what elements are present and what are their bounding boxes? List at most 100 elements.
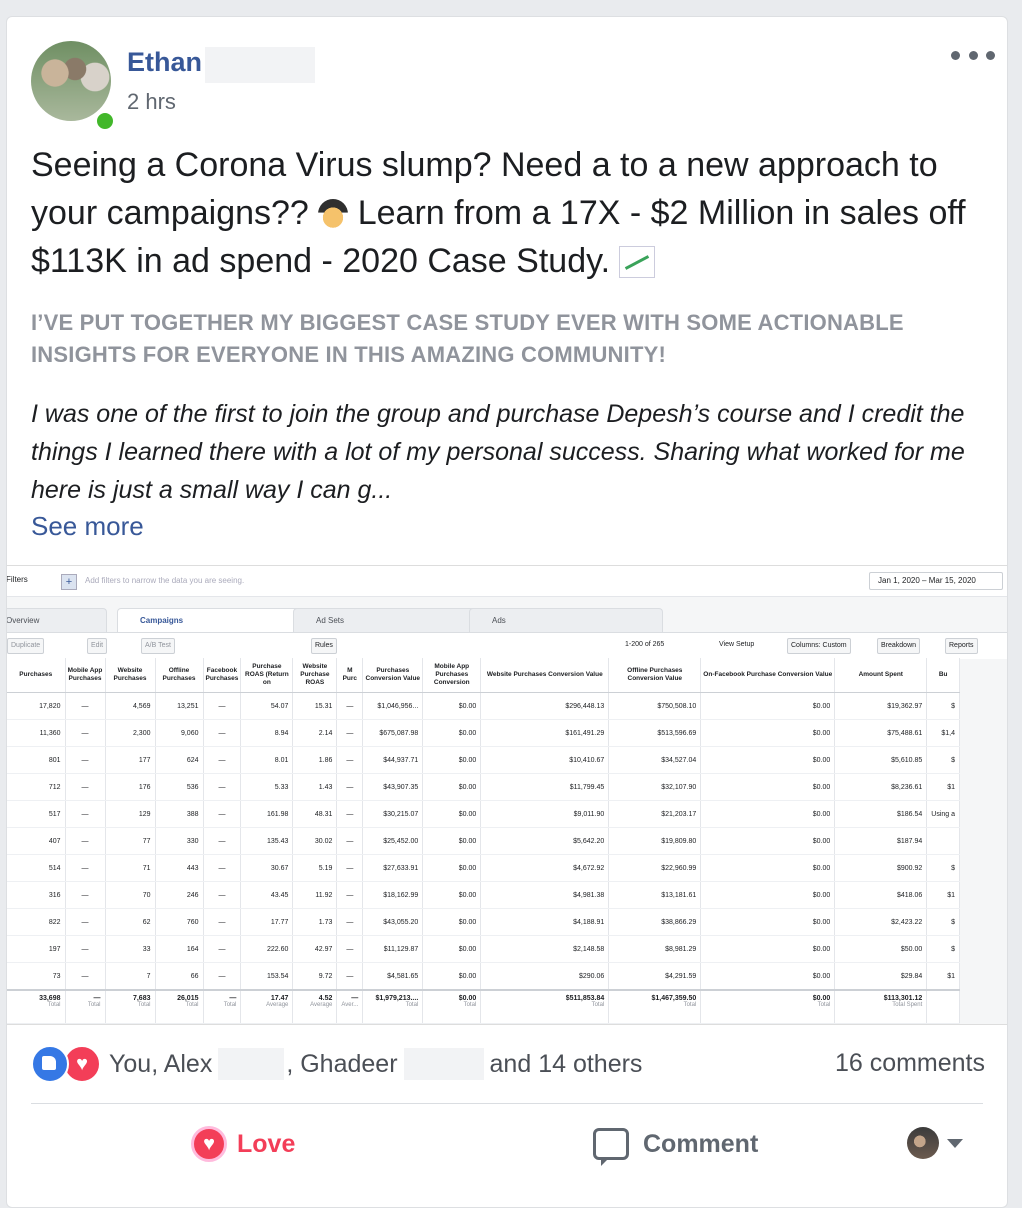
see-more-link[interactable]: See more xyxy=(31,511,144,542)
table-cell: 8.01 xyxy=(240,746,294,774)
table-cell: $900.92 xyxy=(834,854,928,882)
table-cell: $4,672.92 xyxy=(480,854,610,882)
redacted-name xyxy=(218,1048,285,1080)
total-cell: 33,698 Total xyxy=(7,989,66,1024)
table-row: 712—176 536—5.33 1.43— $43,907.35 $0.00 $11,7… xyxy=(7,773,961,801)
reports-dropdown: Reports xyxy=(945,638,978,654)
columns-dropdown: Columns: Custom xyxy=(787,638,851,654)
table-row: 517—129 388—161.98 48.31— $30,215.07 $0.00 $9… xyxy=(7,800,961,828)
table-cell: $0.00 xyxy=(422,908,482,936)
table-cell: 164 xyxy=(155,935,204,963)
table-cell: — xyxy=(336,827,364,855)
react-as-selector[interactable] xyxy=(907,1127,963,1159)
total-label: Total xyxy=(185,1002,199,1008)
table-cell: $161,491.29 xyxy=(480,719,610,747)
column-header: M Purc xyxy=(336,658,364,693)
comments-count-link[interactable]: 16 comments xyxy=(835,1049,985,1078)
table-cell: 66 xyxy=(155,962,204,991)
table-cell: $19,809.80 xyxy=(608,827,702,855)
table-cell: $75,488.61 xyxy=(834,719,928,747)
table-cell: 822 xyxy=(7,908,66,936)
caret-down-icon xyxy=(947,1138,963,1148)
table-cell: $0.00 xyxy=(700,773,836,801)
total-cell: — Total xyxy=(65,989,106,1024)
detective-emoji-icon xyxy=(318,199,349,229)
table-cell: — xyxy=(336,881,364,909)
table-cell: 42.97 xyxy=(292,935,338,963)
total-label: Total xyxy=(137,1002,151,1008)
total-cell xyxy=(926,989,961,1024)
like-reaction-icon xyxy=(31,1045,69,1083)
table-cell: $4,188.91 xyxy=(480,908,610,936)
author-name[interactable]: Ethan xyxy=(127,47,202,78)
table-cell: 222.60 xyxy=(240,935,294,963)
column-header: Facebook Purchases xyxy=(203,658,242,693)
table-cell: — xyxy=(203,773,242,801)
author-avatar[interactable] xyxy=(31,41,111,121)
table-cell: 536 xyxy=(155,773,204,801)
table-cell: 5.33 xyxy=(240,773,294,801)
tab-ad-sets: Ad Sets xyxy=(293,608,477,633)
column-header: Mobile App Purchases Conversion xyxy=(422,658,482,693)
column-header: Purchases xyxy=(7,658,66,693)
table-cell: $0.00 xyxy=(700,746,836,774)
total-label: Total xyxy=(223,1002,237,1008)
table-cell: $1,046,956... xyxy=(362,692,424,720)
table-row: 73—7 66—153.54 9.72— $4,581.65 $0.00 $290.06 $… xyxy=(7,962,961,991)
column-header: Offline Purchases Conversion Value xyxy=(608,658,702,693)
column-header: Mobile App Purchases xyxy=(65,658,106,693)
table-row: 11,360—2,300 9,060—8.94 2.14— $675,087.98 $0… xyxy=(7,719,961,747)
table-cell: 517 xyxy=(7,800,66,828)
table-cell: $0.00 xyxy=(422,827,482,855)
post-headline: Seeing a Corona Virus slump? Need a to a… xyxy=(31,141,971,285)
table-row: 801—177 624—8.01 1.86— $44,937.71 $0.00 $10,4… xyxy=(7,746,961,774)
love-icon: ♥ xyxy=(191,1126,227,1162)
table-cell: $9,011.90 xyxy=(480,800,610,828)
love-button[interactable]: ♥ Love xyxy=(191,1121,295,1167)
table-cell: $18,162.99 xyxy=(362,881,424,909)
post-time[interactable]: 2 hrs xyxy=(127,89,176,115)
table-cell: — xyxy=(65,773,106,801)
table-cell: $19,362.97 xyxy=(834,692,928,720)
more-options-icon[interactable] xyxy=(951,43,995,67)
reactors-text[interactable]: You, Alex , Ghadeer and 14 others xyxy=(109,1048,642,1080)
total-cell: $1,979,213.... Total xyxy=(362,989,424,1024)
table-cell: $5,642.20 xyxy=(480,827,610,855)
table-cell: $0.00 xyxy=(422,746,482,774)
table-cell: $10,410.67 xyxy=(480,746,610,774)
table-cell: 801 xyxy=(7,746,66,774)
post-card: Ethan 2 hrs Seeing a Corona Virus slump?… xyxy=(6,16,1008,1208)
filters-dropdown: Filters xyxy=(7,575,28,584)
table-cell: 17,820 xyxy=(7,692,66,720)
comment-icon xyxy=(593,1128,629,1166)
table-cell: 9,060 xyxy=(155,719,204,747)
table-cell: 246 xyxy=(155,881,204,909)
table-cell: 153.54 xyxy=(240,962,294,991)
total-label: Total xyxy=(591,1002,605,1008)
table-cell: $296,448.13 xyxy=(480,692,610,720)
table-cell: — xyxy=(336,692,364,720)
table-cell: 17.77 xyxy=(240,908,294,936)
reaction-summary[interactable]: ♥ You, Alex , Ghadeer and 14 others xyxy=(31,1044,642,1084)
table-cell: $0.00 xyxy=(700,719,836,747)
table-cell: 15.31 xyxy=(292,692,338,720)
edit-button: Edit xyxy=(87,638,108,654)
comment-button[interactable]: Comment xyxy=(593,1121,758,1167)
table-cell: 514 xyxy=(7,854,66,882)
rules-button: Rules xyxy=(311,638,337,654)
table-cell: $11,799.45 xyxy=(480,773,610,801)
table-cell: 712 xyxy=(7,773,66,801)
table-cell: — xyxy=(203,935,242,963)
table-cell: $0.00 xyxy=(700,854,836,882)
table-cell: $43,907.35 xyxy=(362,773,424,801)
total-label: Total xyxy=(683,1002,697,1008)
total-value: $0.00 xyxy=(812,995,831,1002)
ads-manager-screenshot[interactable]: Filters + Add filters to narrow the data… xyxy=(7,565,1007,1025)
total-cell: $0.00 Total xyxy=(700,989,836,1024)
total-label: Average xyxy=(310,1002,333,1008)
table-cell: — xyxy=(203,881,242,909)
filter-hint: Add filters to narrow the data you are s… xyxy=(85,576,245,585)
total-value: $511,853.84 xyxy=(565,995,605,1002)
table-cell: — xyxy=(65,935,106,963)
total-label: Aver... xyxy=(341,1002,359,1008)
